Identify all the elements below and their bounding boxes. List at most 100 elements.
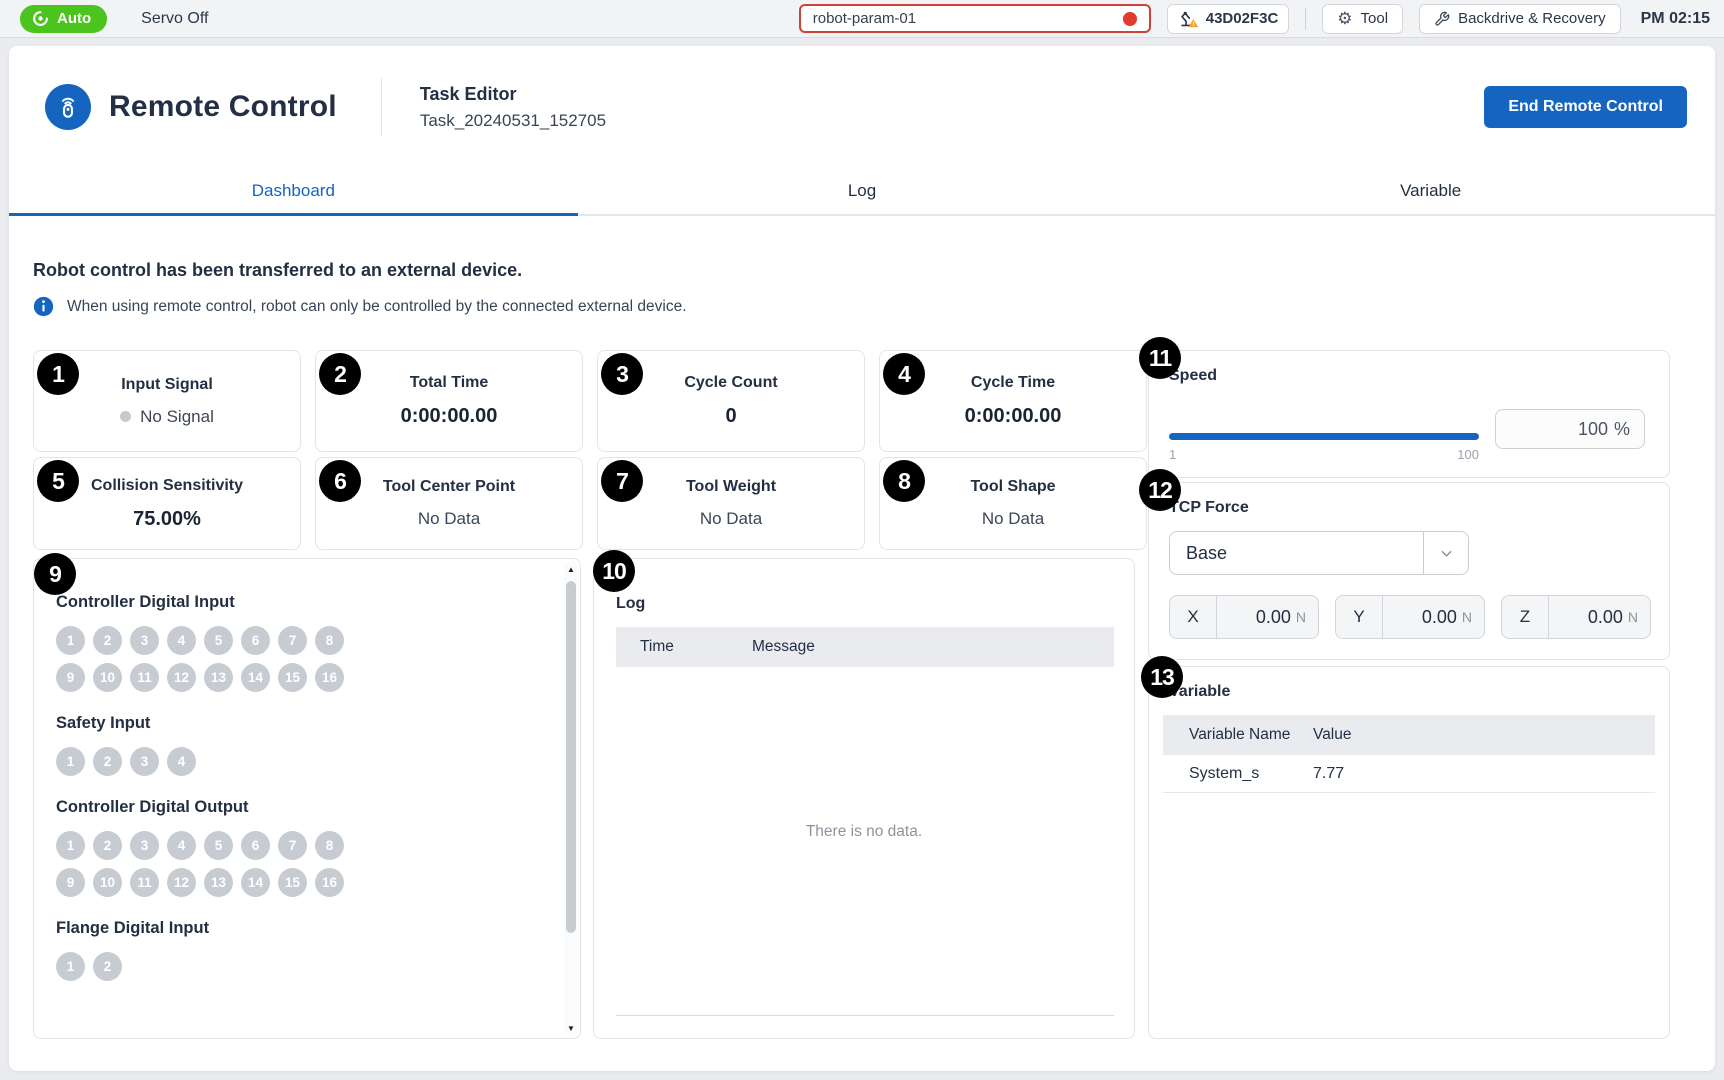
robot-id-button[interactable]: ! 43D02F3C [1167, 4, 1290, 34]
tool-button[interactable]: ⚙ Tool [1322, 4, 1403, 34]
annotation-badge-12: 12 [1139, 469, 1181, 511]
io-indicator-9: 9 [56, 663, 85, 692]
tool-weight-card[interactable]: 7 Tool Weight No Data [597, 457, 865, 550]
annotation-badge-7: 7 [601, 460, 643, 502]
annotation-badge-3: 3 [601, 353, 643, 395]
info-text: When using remote control, robot can onl… [67, 298, 687, 316]
io-section-title: Controller Digital Input [56, 593, 550, 612]
backdrive-recovery-button[interactable]: Backdrive & Recovery [1419, 4, 1621, 34]
annotation-badge-4: 4 [883, 353, 925, 395]
scrollbar-thumb[interactable] [566, 581, 576, 933]
tool-shape-card[interactable]: 8 Tool Shape No Data [879, 457, 1147, 550]
io-section: Safety Input1234 [56, 714, 550, 776]
tab-bar: DashboardLogVariable [9, 168, 1715, 216]
robot-id-label: 43D02F3C [1206, 10, 1279, 27]
io-indicator-15: 15 [278, 868, 307, 897]
mode-badge-auto[interactable]: Auto [20, 5, 107, 33]
io-indicator-2: 2 [93, 747, 122, 776]
io-indicator-8: 8 [315, 626, 344, 655]
input-signal-card[interactable]: 1 Input Signal No Signal [33, 350, 301, 452]
page-title: Remote Control [109, 90, 337, 124]
log-col-time: Time [640, 638, 752, 656]
tcp-force-x-field: X0.00N [1169, 595, 1319, 639]
cycle-count-value: 0 [725, 405, 736, 428]
annotation-badge-13: 13 [1141, 656, 1183, 698]
topbar-divider [1305, 8, 1306, 30]
tool-shape-value: No Data [982, 509, 1044, 529]
annotation-badge-8: 8 [883, 460, 925, 502]
total-time-card[interactable]: 2 Total Time 0:00:00.00 [315, 350, 583, 452]
io-indicator-14: 14 [241, 868, 270, 897]
io-indicator-7: 7 [278, 626, 307, 655]
tcp-force-z-field: Z0.00N [1501, 595, 1651, 639]
io-indicator-2: 2 [93, 831, 122, 860]
speed-slider[interactable] [1169, 433, 1479, 440]
mode-label: Auto [57, 10, 91, 27]
io-indicator-3: 3 [130, 831, 159, 860]
cycle-time-card[interactable]: 4 Cycle Time 0:00:00.00 [879, 350, 1147, 452]
gear-icon: ⚙ [1337, 10, 1352, 27]
annotation-badge-10: 10 [593, 550, 635, 592]
info-row: When using remote control, robot can onl… [33, 296, 687, 317]
task-context-title: Task Editor [420, 84, 606, 105]
chevron-down-icon [1423, 532, 1468, 574]
io-indicator-11: 11 [130, 868, 159, 897]
servo-status: Servo Off [141, 10, 208, 28]
cycle-count-card[interactable]: 3 Cycle Count 0 [597, 350, 865, 452]
end-remote-control-button[interactable]: End Remote Control [1484, 86, 1687, 128]
clock: PM 02:15 [1641, 10, 1710, 28]
log-table-header: Time Message [616, 627, 1114, 667]
speed-unit: % [1614, 419, 1630, 440]
total-time-value: 0:00:00.00 [401, 405, 498, 428]
io-section: Controller Digital Input1234567891011121… [56, 593, 550, 692]
robot-warning-icon: ! [1178, 9, 1199, 29]
speed-value: 100 [1578, 419, 1608, 440]
io-indicator-15: 15 [278, 663, 307, 692]
panel-header: Remote Control Task Editor Task_20240531… [9, 46, 1715, 168]
io-indicator-13: 13 [204, 868, 233, 897]
io-scrollbar[interactable]: ▲ ▼ [564, 561, 578, 1036]
tab-variable[interactable]: Variable [1146, 168, 1715, 214]
io-section: Controller Digital Output123456789101112… [56, 798, 550, 897]
tool-center-point-card[interactable]: 6 Tool Center Point No Data [315, 457, 583, 550]
log-panel[interactable]: 10 Log Time Message There is no data. [593, 558, 1135, 1039]
io-indicator-3: 3 [130, 626, 159, 655]
io-indicator-3: 3 [130, 747, 159, 776]
top-status-bar: Auto Servo Off robot-param-01 ! 43D02F3C… [0, 0, 1724, 38]
tcp-force-panel[interactable]: 12 TCP Force Base X0.00NY0.00NZ0.00N [1148, 482, 1670, 660]
task-name: Task_20240531_152705 [420, 111, 606, 131]
io-indicator-16: 16 [315, 868, 344, 897]
dashboard-content: Robot control has been transferred to an… [9, 216, 1715, 1071]
io-indicator-1: 1 [56, 747, 85, 776]
reference-frame-select[interactable]: Base [1169, 531, 1469, 575]
backdrive-button-label: Backdrive & Recovery [1458, 10, 1606, 27]
wrench-icon [1434, 11, 1450, 27]
scroll-down-arrow[interactable]: ▼ [564, 1020, 578, 1036]
annotation-badge-2: 2 [319, 353, 361, 395]
io-indicator-5: 5 [204, 626, 233, 655]
io-indicator-1: 1 [56, 952, 85, 981]
log-footer-line [616, 1015, 1114, 1016]
tab-log[interactable]: Log [578, 168, 1147, 214]
tab-dashboard[interactable]: Dashboard [9, 168, 578, 214]
tcp-force-axes: X0.00NY0.00NZ0.00N [1169, 595, 1651, 639]
io-indicator-4: 4 [167, 626, 196, 655]
log-empty-state: There is no data. [594, 667, 1134, 996]
variable-panel[interactable]: 13 Variable Variable Name Value System_s… [1148, 666, 1670, 1039]
collision-sensitivity-card[interactable]: 5 Collision Sensitivity 75.00% [33, 457, 301, 550]
io-indicator-7: 7 [278, 831, 307, 860]
io-indicator-4: 4 [167, 831, 196, 860]
annotation-badge-5: 5 [37, 460, 79, 502]
cycle-time-value: 0:00:00.00 [965, 405, 1062, 428]
cycle-count-title: Cycle Count [684, 374, 777, 392]
digital-io-panel[interactable]: 9 Controller Digital Input12345678910111… [33, 558, 581, 1039]
info-icon [33, 296, 54, 317]
io-section-title: Controller Digital Output [56, 798, 550, 817]
input-signal-title: Input Signal [121, 376, 213, 394]
scroll-up-arrow[interactable]: ▲ [564, 561, 578, 577]
io-indicator-6: 6 [241, 626, 270, 655]
speed-value-input[interactable]: 100 % [1495, 409, 1645, 449]
tool-center-point-value: No Data [418, 509, 480, 529]
robot-param-field[interactable]: robot-param-01 [799, 4, 1151, 33]
speed-panel[interactable]: 11 Speed 1 100 100 % [1148, 350, 1670, 478]
